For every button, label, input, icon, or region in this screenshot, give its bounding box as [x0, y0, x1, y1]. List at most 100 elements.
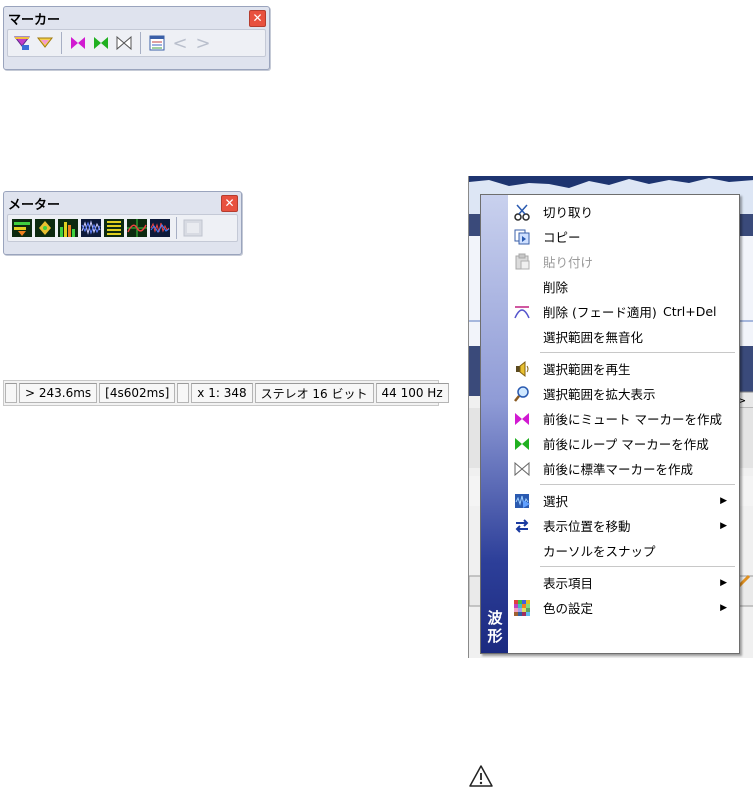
sidebar-char: 波	[487, 609, 503, 627]
menu-item-move-view[interactable]: 表示位置を移動 ▶	[508, 513, 739, 538]
menu-item-icon-placeholder	[510, 540, 534, 562]
status-selection-length[interactable]: [4s602ms]	[99, 383, 176, 403]
menu-item-label: 貼り付け	[543, 255, 594, 270]
disabled-meter-icon	[183, 217, 203, 239]
menu-item-label: 選択	[543, 494, 569, 509]
marker-toolbar-buttons: < >	[7, 29, 266, 57]
prev-marker-icon: <	[172, 32, 188, 54]
menu-item-label: コピー	[543, 230, 581, 245]
submenu-arrow-icon: ▶	[720, 495, 727, 506]
marker-toolbar: マーカー ✕ < >	[3, 6, 270, 70]
menu-item-paste[interactable]: 貼り付け	[508, 249, 739, 274]
menu-item-icon-placeholder	[510, 276, 534, 298]
swap-arrows-icon	[510, 515, 534, 537]
menu-separator	[540, 566, 735, 567]
menu-item-delete-fade[interactable]: 削除 (フェード適用) Ctrl+Del	[508, 299, 739, 324]
copy-icon	[510, 226, 534, 248]
status-channels[interactable]: ステレオ 16 ビット	[254, 383, 374, 403]
menu-item-label: 前後に標準マーカーを作成	[543, 462, 694, 477]
sidebar-char: 形	[487, 627, 503, 645]
pan-meter-icon[interactable]	[35, 217, 55, 239]
status-zoom[interactable]: x 1: 348	[191, 383, 253, 403]
crossfade-delete-icon	[510, 301, 534, 323]
menu-item-icon-placeholder	[510, 572, 534, 594]
next-marker-icon: >	[195, 32, 211, 54]
close-icon[interactable]: ✕	[221, 194, 238, 212]
menu-item-label: カーソルをスナップ	[543, 544, 656, 559]
menu-item-label: 削除 (フェード適用)	[543, 305, 657, 320]
waveform-meter-icon[interactable]	[150, 217, 170, 239]
meter-toolbar-title: メーター	[8, 197, 61, 213]
menu-item-create-mute-markers[interactable]: 前後にミュート マーカーを作成	[508, 406, 739, 431]
warning-icon	[468, 764, 494, 788]
context-menu: 波 形 切り取り コピー 貼り付け 削除 削除 (フェード適用) Ctrl+De…	[480, 194, 740, 654]
context-menu-items: 切り取り コピー 貼り付け 削除 削除 (フェード適用) Ctrl+Del 選択…	[508, 199, 739, 620]
menu-item-cut[interactable]: 切り取り	[508, 199, 739, 224]
menu-item-label: 選択範囲を無音化	[543, 330, 644, 345]
color-grid-icon	[510, 597, 534, 619]
menu-separator	[540, 484, 735, 485]
mute-marker-icon[interactable]	[68, 32, 88, 54]
magnifier-icon	[510, 383, 534, 405]
status-cell-empty	[5, 383, 17, 403]
meter-toolbar-titlebar[interactable]: メーター ✕	[4, 192, 241, 214]
menu-item-label: 表示位置を移動	[543, 519, 631, 534]
menu-item-create-standard-markers[interactable]: 前後に標準マーカーを作成	[508, 456, 739, 481]
speaker-icon	[510, 358, 534, 380]
marker-toolbar-title: マーカー	[8, 12, 61, 28]
phase-meter-icon[interactable]	[104, 217, 124, 239]
paste-icon	[510, 251, 534, 273]
menu-item-shortcut: Ctrl+Del	[663, 304, 717, 319]
toolbar-separator	[176, 217, 177, 239]
loop-marker-icon[interactable]	[91, 32, 111, 54]
toolbar-separator	[61, 32, 62, 54]
select-icon	[510, 490, 534, 512]
submenu-arrow-icon: ▶	[720, 520, 727, 531]
menu-item-label: 前後にミュート マーカーを作成	[543, 412, 722, 427]
status-cursor-time[interactable]: > 243.6ms	[19, 383, 98, 403]
context-menu-sidebar: 波 形	[481, 195, 508, 653]
menu-item-snap-cursor[interactable]: カーソルをスナップ	[508, 538, 739, 563]
menu-item-icon-placeholder	[510, 326, 534, 348]
menu-item-select[interactable]: 選択 ▶	[508, 488, 739, 513]
menu-item-label: 前後にループ マーカーを作成	[543, 437, 709, 452]
submenu-arrow-icon: ▶	[720, 602, 727, 613]
menu-item-label: 削除	[543, 280, 569, 295]
menu-item-create-loop-markers[interactable]: 前後にループ マーカーを作成	[508, 431, 739, 456]
toolbar-separator	[140, 32, 141, 54]
menu-item-label: 選択範囲を再生	[543, 362, 631, 377]
oscilloscope-icon[interactable]	[127, 217, 147, 239]
menu-item-label: 切り取り	[543, 205, 594, 220]
spectrum-meter-icon[interactable]	[58, 217, 78, 239]
menu-item-label: 色の設定	[543, 601, 594, 616]
menu-separator	[540, 352, 735, 353]
menu-item-color-settings[interactable]: 色の設定 ▶	[508, 595, 739, 620]
standard-marker-icon[interactable]	[114, 32, 134, 54]
menu-item-display-items[interactable]: 表示項目 ▶	[508, 570, 739, 595]
marker-toolbar-titlebar[interactable]: マーカー ✕	[4, 7, 269, 29]
submenu-arrow-icon: ▶	[720, 577, 727, 588]
meter-toolbar: メーター ✕	[3, 191, 242, 255]
status-cell-empty	[177, 383, 190, 403]
drop-marker-icon[interactable]	[35, 32, 55, 54]
level-meter-icon[interactable]	[12, 217, 32, 239]
status-sample-rate[interactable]: 44 100 Hz	[375, 383, 449, 403]
menu-item-silence-selection[interactable]: 選択範囲を無音化	[508, 324, 739, 349]
menu-item-label: 選択範囲を拡大表示	[543, 387, 656, 402]
status-bar: > 243.6ms [4s602ms] x 1: 348 ステレオ 16 ビット…	[3, 380, 449, 406]
menu-item-play-selection[interactable]: 選択範囲を再生	[508, 356, 739, 381]
mute-marker-icon	[510, 408, 534, 430]
bit-meter-icon[interactable]	[81, 217, 101, 239]
scissors-icon	[510, 201, 534, 223]
filter-marker-icon[interactable]	[12, 32, 32, 54]
context-menu-sidebar-label: 波 形	[484, 609, 506, 645]
close-icon[interactable]: ✕	[249, 9, 266, 27]
standard-marker-icon	[510, 458, 534, 480]
marker-list-icon[interactable]	[147, 32, 167, 54]
menu-item-label: 表示項目	[543, 576, 594, 591]
menu-item-zoom-selection[interactable]: 選択範囲を拡大表示	[508, 381, 739, 406]
menu-item-copy[interactable]: コピー	[508, 224, 739, 249]
menu-item-delete[interactable]: 削除	[508, 274, 739, 299]
loop-marker-icon	[510, 433, 534, 455]
meter-toolbar-buttons	[7, 214, 238, 242]
